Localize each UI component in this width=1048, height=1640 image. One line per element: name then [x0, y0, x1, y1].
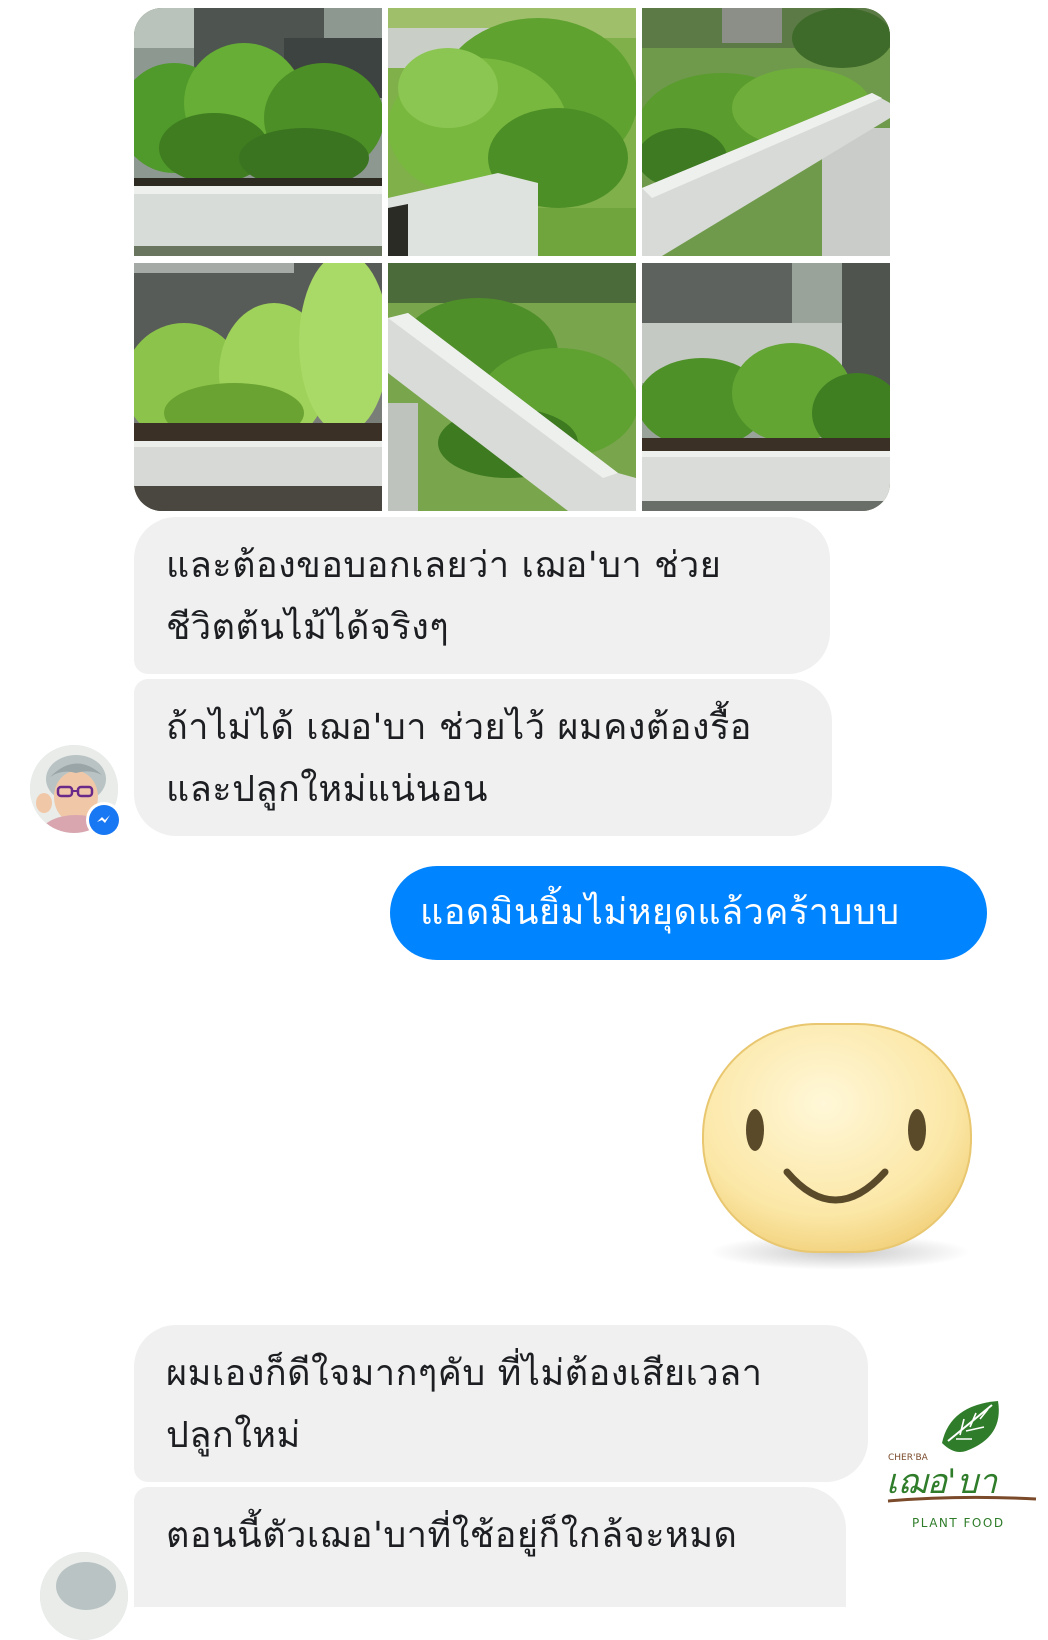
incoming-message-bubble[interactable]: ผมเองก็ดีใจมากๆคับ ที่ไม่ต้องเสียเวลา ปล… — [134, 1325, 868, 1482]
leaf-icon — [942, 1401, 999, 1452]
planter-photo-2[interactable] — [388, 8, 636, 256]
logo-tagline: PLANT FOOD — [912, 1516, 1005, 1530]
cherba-logo-watermark: CHER'BA เฌอ'บา PLANT FOOD — [880, 1395, 1040, 1535]
smiley-face-sticker[interactable] — [695, 1020, 980, 1275]
messenger-badge — [86, 802, 122, 838]
messenger-icon — [89, 805, 119, 835]
planter-photo-1[interactable] — [134, 8, 382, 256]
sender-avatar[interactable] — [40, 1552, 128, 1640]
planter-photo-3[interactable] — [642, 8, 890, 256]
outgoing-message-bubble[interactable]: แอดมินยิ้มไม่หยุดแล้วคร้าบบบ — [390, 866, 987, 960]
incoming-message-bubble[interactable]: ตอนนี้ตัวเฌอ'บาที่ใช้อยู่ก็ใกล้จะหมด — [134, 1487, 846, 1607]
planter-photo-6[interactable] — [642, 263, 890, 511]
incoming-message-bubble[interactable]: และต้องขอบอกเลยว่า เฌอ'บา ช่วย ชีวิตต้นไ… — [134, 517, 830, 674]
incoming-message-bubble[interactable]: ถ้าไม่ได้ เฌอ'บา ช่วยไว้ ผมคงต้องรื้อ แล… — [134, 679, 832, 836]
planter-photo-5[interactable] — [388, 263, 636, 511]
planter-photo-4[interactable] — [134, 263, 382, 511]
photo-grid[interactable] — [134, 8, 890, 511]
